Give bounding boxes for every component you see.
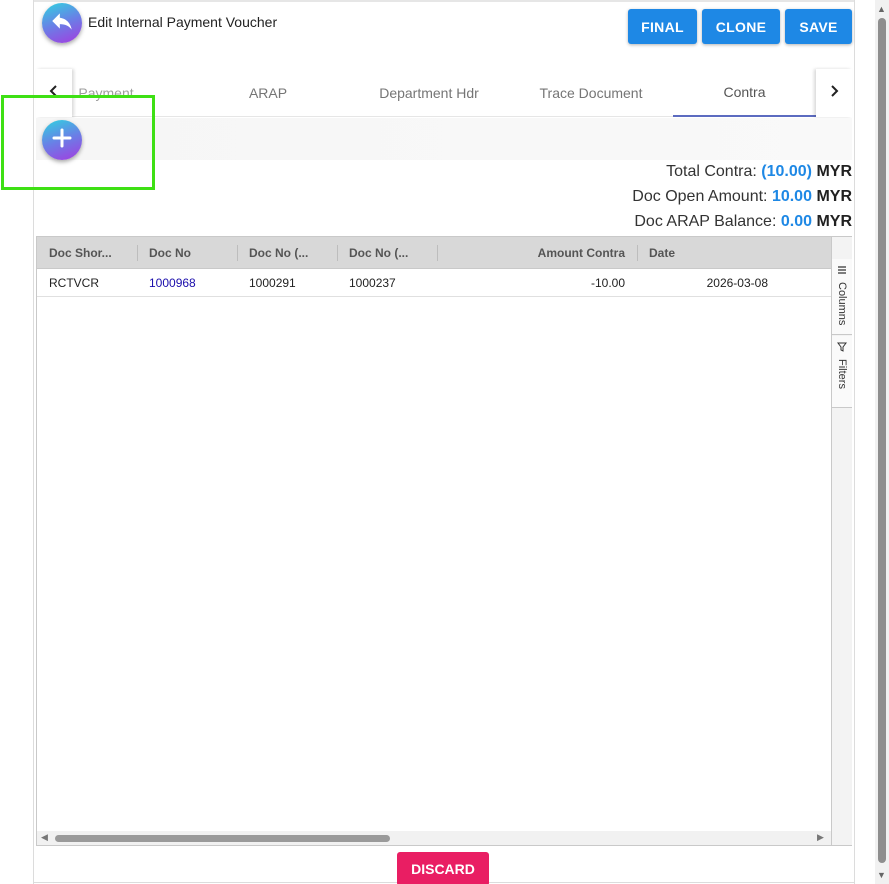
doc-open-amount-line: Doc Open Amount: 10.00 MYR	[632, 188, 852, 206]
grid-header: Doc Shor... Doc No Doc No (... Doc No (.…	[37, 237, 831, 269]
columns-tool-button[interactable]: Columns	[832, 259, 852, 335]
cell-doc-no-3: 1000237	[349, 276, 396, 290]
columns-tool-label: Columns	[836, 282, 848, 326]
column-header-doc-short[interactable]: Doc Shor...	[49, 237, 112, 269]
clone-button[interactable]: CLONE	[702, 9, 780, 44]
total-contra-label: Total Contra:	[666, 163, 757, 180]
page: Edit Internal Payment Voucher FINAL CLON…	[0, 0, 889, 884]
final-button[interactable]: FINAL	[628, 9, 697, 44]
tab-contra[interactable]: Contra	[673, 69, 816, 117]
columns-icon	[837, 265, 847, 278]
doc-open-amount-label: Doc Open Amount:	[632, 188, 768, 205]
scroll-left-arrow-icon[interactable]: ◀	[41, 832, 48, 843]
horizontal-scroll-thumb[interactable]	[55, 835, 390, 842]
column-header-date[interactable]: Date	[649, 237, 675, 269]
column-separator[interactable]	[237, 245, 238, 261]
total-contra-value: (10.00)	[761, 163, 812, 180]
doc-arap-balance-currency: MYR	[816, 213, 852, 230]
tab-department-hdr[interactable]: Department Hdr	[349, 69, 509, 117]
table-row[interactable]: RCTVCR 1000968 1000291 1000237 -10.00 20…	[37, 269, 831, 297]
back-button[interactable]	[42, 3, 82, 43]
toolbar-band	[36, 118, 852, 160]
grid-side-panel: Columns Filters	[831, 237, 852, 845]
doc-open-amount-currency: MYR	[816, 188, 852, 205]
column-separator[interactable]	[337, 245, 338, 261]
filter-icon	[837, 342, 847, 355]
column-header-doc-no[interactable]: Doc No	[149, 237, 191, 269]
column-separator[interactable]	[137, 245, 138, 261]
column-separator[interactable]	[437, 245, 438, 261]
doc-arap-balance-line: Doc ARAP Balance: 0.00 MYR	[634, 213, 852, 231]
tab-scroll-right-button[interactable]	[816, 69, 852, 117]
filters-tool-label: Filters	[836, 359, 848, 389]
top-divider	[33, 0, 855, 2]
highlight-box	[1, 95, 155, 190]
contra-grid: Doc Shor... Doc No Doc No (... Doc No (.…	[36, 236, 852, 846]
total-contra-currency: MYR	[816, 163, 852, 180]
vertical-scroll-thumb[interactable]	[878, 18, 886, 863]
scroll-up-arrow-icon[interactable]: ▲	[877, 4, 886, 14]
total-contra-line: Total Contra: (10.00) MYR	[666, 163, 852, 181]
column-separator[interactable]	[637, 245, 638, 261]
doc-open-amount-value: 10.00	[771, 188, 812, 205]
column-header-doc-no-2[interactable]: Doc No (...	[249, 237, 308, 269]
doc-arap-balance-label: Doc ARAP Balance:	[634, 213, 777, 230]
discard-button[interactable]: DISCARD	[397, 852, 489, 884]
scroll-right-arrow-icon[interactable]: ▶	[817, 832, 824, 843]
cell-amount-contra: -10.00	[590, 276, 625, 290]
tab-bar: Payment ARAP Department Hdr Trace Docume…	[36, 69, 852, 117]
filters-tool-button[interactable]: Filters	[832, 336, 852, 408]
tab-arap[interactable]: ARAP	[188, 69, 348, 117]
save-button[interactable]: SAVE	[785, 9, 852, 44]
grid-horizontal-scrollbar[interactable]: ◀ ▶	[37, 831, 831, 845]
column-header-amount-contra[interactable]: Amount Contra	[449, 237, 625, 269]
column-header-doc-no-3[interactable]: Doc No (...	[349, 237, 408, 269]
cell-date: 2026-03-08	[706, 276, 768, 290]
tab-trace-document[interactable]: Trace Document	[511, 69, 671, 117]
chevron-right-icon	[829, 84, 839, 102]
cell-doc-no-2: 1000291	[249, 276, 296, 290]
page-title: Edit Internal Payment Voucher	[88, 14, 278, 30]
scroll-down-arrow-icon[interactable]: ▼	[877, 870, 886, 880]
back-arrow-icon	[49, 8, 75, 39]
right-border	[854, 0, 855, 884]
page-vertical-scrollbar[interactable]: ▲ ▼	[875, 0, 889, 884]
cell-doc-short: RCTVCR	[49, 276, 99, 290]
doc-arap-balance-value: 0.00	[780, 213, 812, 230]
cell-doc-no-link[interactable]: 1000968	[149, 269, 196, 297]
